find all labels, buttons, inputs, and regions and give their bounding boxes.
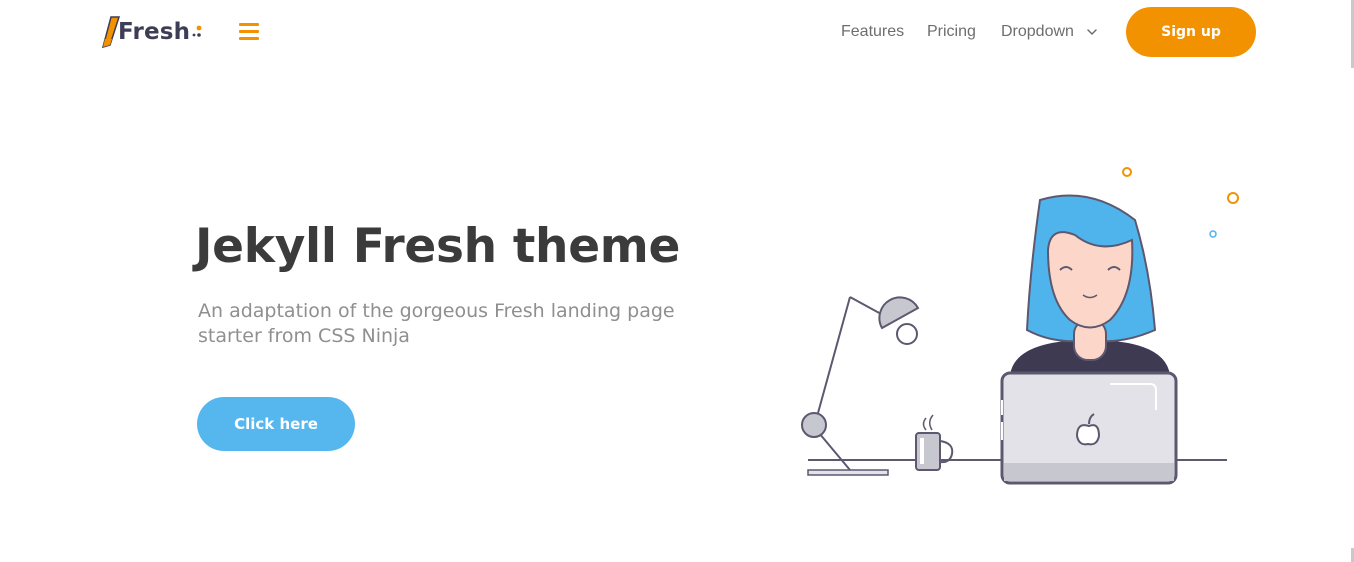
- click-here-button[interactable]: Click here: [197, 397, 355, 451]
- fresh-logo[interactable]: Fresh: [100, 13, 210, 51]
- logo-dots-icon: [192, 25, 202, 37]
- logo-text: Fresh: [118, 19, 191, 45]
- signup-button[interactable]: Sign up: [1126, 7, 1256, 57]
- nav-link-dropdown[interactable]: Dropdown: [1001, 23, 1074, 41]
- nav-link-features[interactable]: Features: [841, 23, 904, 41]
- decor-circle: [1122, 167, 1132, 177]
- navbar: Fresh Features Pricing Dropdown Sign up: [0, 0, 1354, 64]
- hamburger-line: [239, 23, 259, 26]
- coffee-mug-icon: [915, 414, 954, 471]
- hero-subtitle: An adaptation of the gorgeous Fresh land…: [198, 300, 675, 347]
- hero-title: Jekyll Fresh theme: [195, 219, 681, 274]
- laptop-icon: [1000, 371, 1178, 485]
- person-icon: [1010, 194, 1170, 375]
- desk-lamp-icon: [801, 296, 920, 476]
- decor-circle: [1227, 192, 1239, 204]
- nav-link-pricing[interactable]: Pricing: [927, 23, 976, 41]
- hero-illustration: [801, 167, 1239, 485]
- hamburger-line: [239, 30, 259, 33]
- chevron-down-icon[interactable]: [1085, 27, 1099, 37]
- hamburger-icon[interactable]: [239, 23, 259, 41]
- decor-circle: [1209, 230, 1217, 238]
- hamburger-line: [239, 37, 259, 40]
